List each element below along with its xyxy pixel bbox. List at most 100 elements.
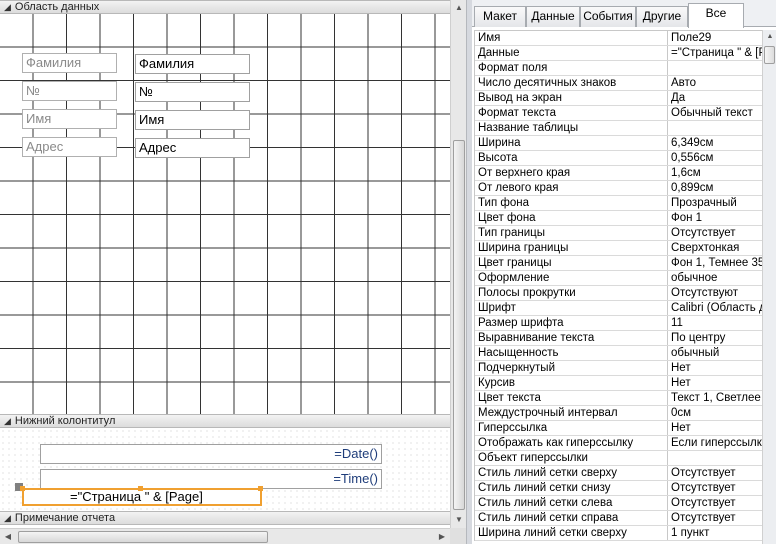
property-value[interactable]: 0,899см: [668, 181, 762, 195]
property-row[interactable]: Стиль линий сетки справа Отсутствует: [475, 511, 762, 526]
label-firstname[interactable]: Имя: [22, 109, 117, 129]
property-row[interactable]: Ширина линий сетки сверху 1 пункт: [475, 526, 762, 541]
property-row[interactable]: Вывод на экран Да: [475, 91, 762, 106]
section-header-detail[interactable]: ◢ Область данных: [0, 0, 450, 14]
property-value[interactable]: По центру: [668, 331, 762, 345]
property-row[interactable]: Стиль линий сетки слева Отсутствует: [475, 496, 762, 511]
property-row[interactable]: Высота 0,556см: [475, 151, 762, 166]
property-row[interactable]: Данные ="Страница " & [P: [475, 46, 762, 61]
property-value[interactable]: Нет: [668, 361, 762, 375]
property-value[interactable]: Нет: [668, 376, 762, 390]
property-row[interactable]: Подчеркнутый Нет: [475, 361, 762, 376]
property-row[interactable]: Ширина границы Сверхтонкая: [475, 241, 762, 256]
property-scroll-thumb[interactable]: [764, 46, 775, 64]
property-row[interactable]: Цвет текста Текст 1, Светлее 2: [475, 391, 762, 406]
property-value[interactable]: [668, 451, 762, 465]
resize-handle-tr[interactable]: [258, 486, 263, 491]
property-value[interactable]: 6,349см: [668, 136, 762, 150]
property-value[interactable]: 11: [668, 316, 762, 330]
property-row[interactable]: Шрифт Calibri (Область д: [475, 301, 762, 316]
property-value[interactable]: Фон 1, Темнее 35%: [668, 256, 762, 270]
property-value[interactable]: ="Страница " & [P: [668, 46, 762, 60]
property-value[interactable]: Отсутствует: [668, 226, 762, 240]
footer-date-field[interactable]: =Date(): [40, 444, 382, 464]
property-value[interactable]: Calibri (Область д: [668, 301, 762, 315]
property-row[interactable]: Курсив Нет: [475, 376, 762, 391]
property-value[interactable]: [668, 121, 762, 135]
property-value[interactable]: 1 пункт: [668, 526, 762, 540]
resize-handle-tl[interactable]: [20, 486, 25, 491]
property-value[interactable]: обычное: [668, 271, 762, 285]
report-design-surface[interactable]: ◢ Область данных Фамилия Фамилия № № Имя …: [0, 0, 466, 544]
tab-other[interactable]: Другие: [636, 6, 688, 27]
footer-time-field[interactable]: =Time(): [40, 469, 382, 489]
property-value[interactable]: Обычный текст: [668, 106, 762, 120]
property-row[interactable]: Имя Поле29: [475, 31, 762, 46]
property-row[interactable]: Формат поля: [475, 61, 762, 76]
property-value[interactable]: Отсутствуют: [668, 286, 762, 300]
tab-all[interactable]: Все: [688, 3, 744, 28]
scroll-up-arrow-icon[interactable]: ▲: [451, 0, 466, 16]
property-value[interactable]: Отсутствует: [668, 481, 762, 495]
property-row[interactable]: Размер шрифта 11: [475, 316, 762, 331]
property-row[interactable]: Цвет границыФон 1, Темнее 35%: [475, 256, 762, 271]
property-row[interactable]: Гиперссылка Нет: [475, 421, 762, 436]
property-value[interactable]: Отсутствует: [668, 496, 762, 510]
property-row[interactable]: Название таблицы: [475, 121, 762, 136]
vertical-scroll-thumb[interactable]: [453, 140, 465, 510]
horizontal-scroll-thumb[interactable]: [18, 531, 268, 543]
property-value[interactable]: Фон 1: [668, 211, 762, 225]
property-value[interactable]: Нет: [668, 421, 762, 435]
property-row[interactable]: Выравнивание текста По центру: [475, 331, 762, 346]
property-value[interactable]: Сверхтонкая: [668, 241, 762, 255]
field-lastname[interactable]: Фамилия: [135, 54, 250, 74]
property-row[interactable]: Объект гиперссылки: [475, 451, 762, 466]
section-header-report-footer[interactable]: ◢ Примечание отчета: [0, 511, 450, 525]
property-value[interactable]: Отсутствует: [668, 511, 762, 525]
horizontal-scrollbar[interactable]: ◀ ▶: [0, 528, 450, 544]
property-row[interactable]: Тип границы Отсутствует: [475, 226, 762, 241]
label-address[interactable]: Адрес: [22, 137, 117, 157]
property-value[interactable]: Да: [668, 91, 762, 105]
property-row[interactable]: Оформление обычное: [475, 271, 762, 286]
property-value[interactable]: Поле29: [668, 31, 762, 45]
property-value[interactable]: Авто: [668, 76, 762, 90]
property-row[interactable]: Стиль линий сетки снизу Отсутствует: [475, 481, 762, 496]
property-value[interactable]: 0,556см: [668, 151, 762, 165]
vertical-scrollbar[interactable]: ▲ ▼: [450, 0, 466, 528]
property-row[interactable]: Отображать как гиперссылку Если гиперссыл…: [475, 436, 762, 451]
property-row[interactable]: Стиль линий сетки сверху Отсутствует: [475, 466, 762, 481]
property-row[interactable]: Цвет фона Фон 1: [475, 211, 762, 226]
property-value[interactable]: обычный: [668, 346, 762, 360]
property-value[interactable]: Отсутствует: [668, 466, 762, 480]
label-lastname[interactable]: Фамилия: [22, 53, 117, 73]
property-value[interactable]: Если гиперссылка: [668, 436, 762, 450]
tab-data[interactable]: Данные: [526, 6, 580, 27]
detail-grid[interactable]: [0, 14, 450, 414]
property-row[interactable]: От левого края 0,899см: [475, 181, 762, 196]
scroll-right-arrow-icon[interactable]: ▶: [434, 529, 450, 544]
property-row[interactable]: Формат текста Обычный текст: [475, 106, 762, 121]
resize-handle-tc[interactable]: [138, 486, 143, 491]
property-row[interactable]: Число десятичных знаков Авто: [475, 76, 762, 91]
property-value[interactable]: 1,6см: [668, 166, 762, 180]
property-row[interactable]: Насыщенность обычный: [475, 346, 762, 361]
scroll-up-arrow-icon[interactable]: ▲: [763, 30, 776, 44]
property-row[interactable]: Ширина 6,349см: [475, 136, 762, 151]
property-row[interactable]: Полосы прокрутки Отсутствуют: [475, 286, 762, 301]
property-value[interactable]: 0см: [668, 406, 762, 420]
property-value[interactable]: Прозрачный: [668, 196, 762, 210]
property-value[interactable]: [668, 61, 762, 75]
property-row[interactable]: От верхнего края 1,6см: [475, 166, 762, 181]
tab-layout[interactable]: Макет: [474, 6, 526, 27]
field-number[interactable]: №: [135, 82, 250, 102]
tab-events[interactable]: События: [580, 6, 636, 27]
section-header-page-footer[interactable]: ◢ Нижний колонтитул: [0, 414, 450, 428]
property-row[interactable]: Тип фона Прозрачный: [475, 196, 762, 211]
scroll-down-arrow-icon[interactable]: ▼: [451, 512, 466, 528]
scroll-left-arrow-icon[interactable]: ◀: [0, 529, 16, 544]
field-address[interactable]: Адрес: [135, 138, 250, 158]
property-value[interactable]: Текст 1, Светлее 2: [668, 391, 762, 405]
property-row[interactable]: Междустрочный интервал 0см: [475, 406, 762, 421]
label-number[interactable]: №: [22, 81, 117, 101]
